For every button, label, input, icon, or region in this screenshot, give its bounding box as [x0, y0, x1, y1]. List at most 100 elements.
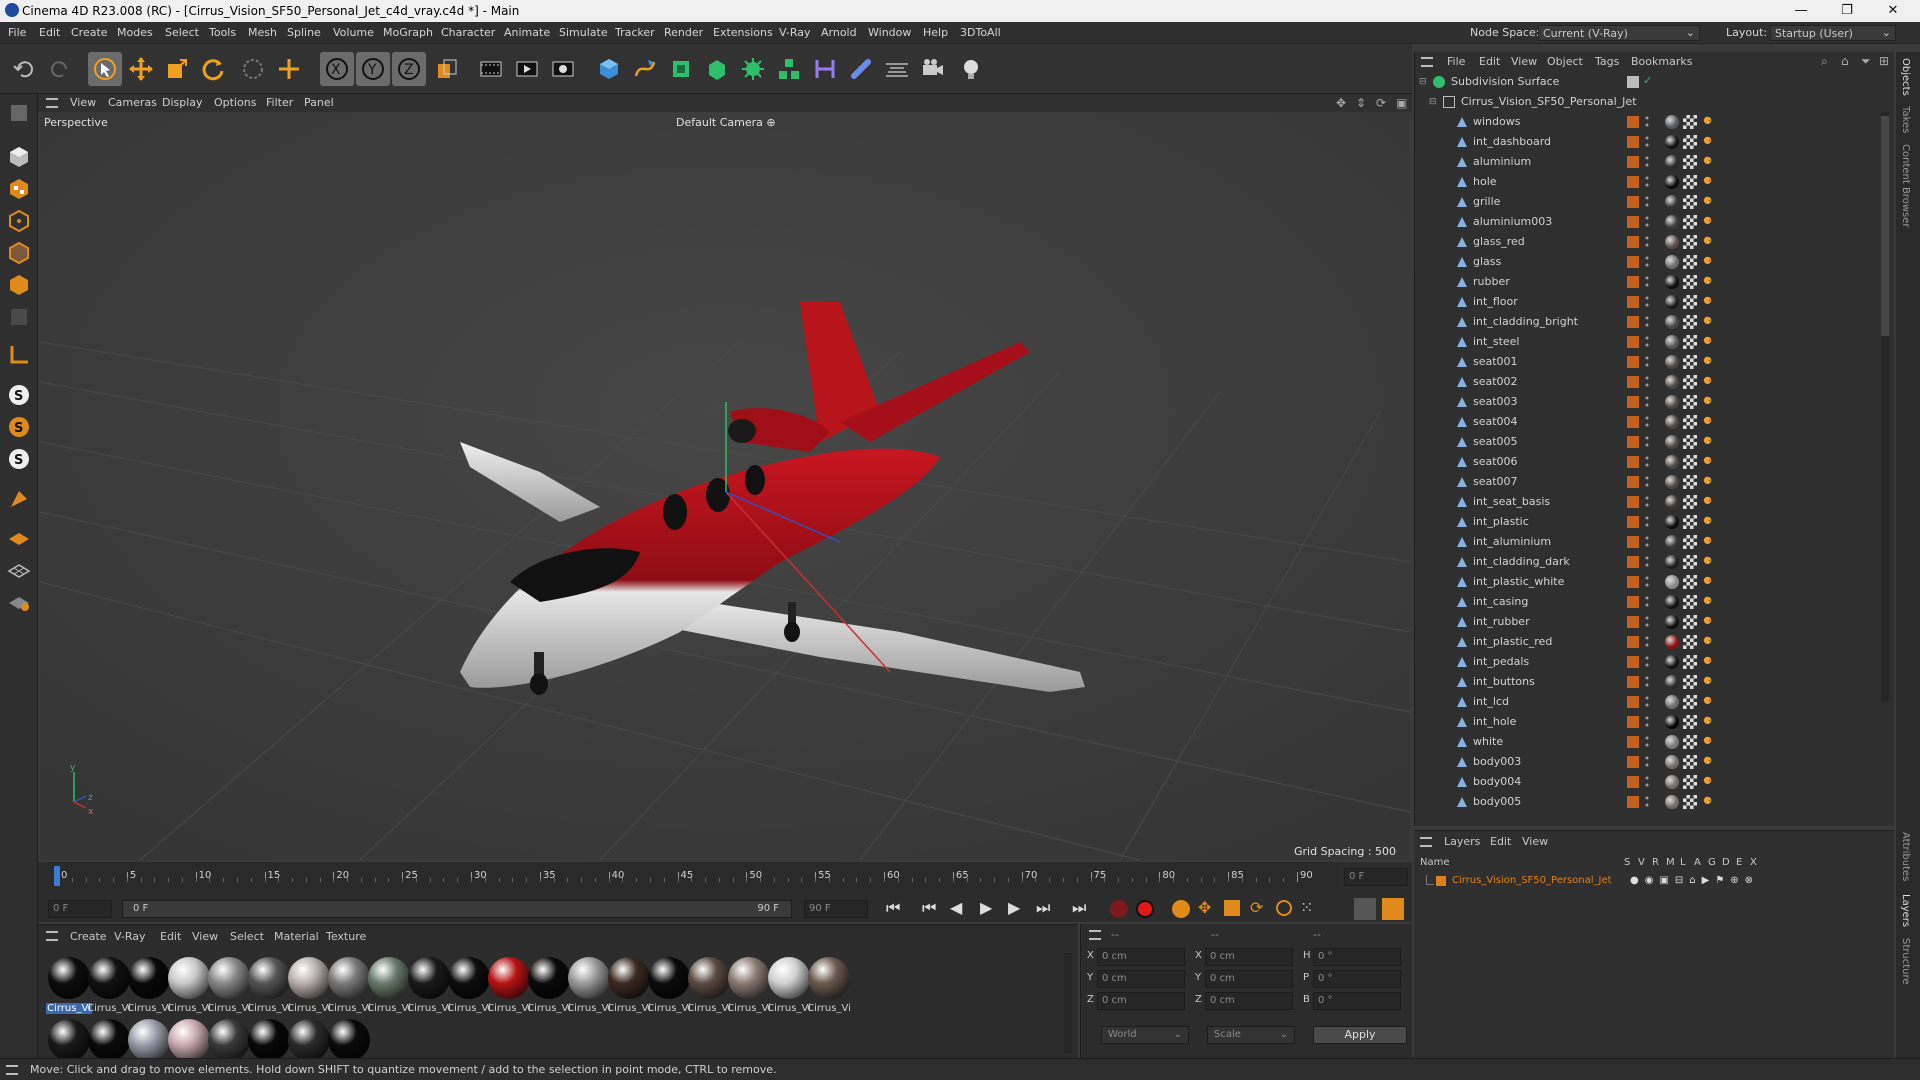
material-swatch[interactable]: [88, 957, 130, 999]
filter-icon[interactable]: ⏷: [1861, 54, 1871, 69]
phong-tag-icon[interactable]: ⚈: [1703, 516, 1713, 528]
layers-menu-edit[interactable]: Edit: [1490, 835, 1511, 848]
coord-value-field[interactable]: 0 cm: [1097, 948, 1185, 966]
menu-mesh[interactable]: Mesh: [248, 22, 277, 44]
uvw-tag-icon[interactable]: [1683, 635, 1697, 649]
uvw-tag-icon[interactable]: [1683, 795, 1697, 809]
phong-tag-icon[interactable]: ⚈: [1703, 156, 1713, 168]
material-tag-icon[interactable]: [1665, 355, 1679, 369]
uvw-tag-icon[interactable]: [1683, 675, 1697, 689]
visibility-dots-icon[interactable]: [1645, 395, 1649, 409]
visibility-dots-icon[interactable]: [1645, 775, 1649, 789]
uvw-tag-icon[interactable]: [1683, 495, 1697, 509]
visibility-dots-icon[interactable]: [1645, 235, 1649, 249]
layer-color-icon[interactable]: [1627, 536, 1639, 548]
menu-extensions[interactable]: Extensions: [713, 22, 773, 44]
material-swatch[interactable]: [728, 957, 770, 999]
material-tag-icon[interactable]: [1665, 295, 1679, 309]
y-axis-lock-button[interactable]: Y: [356, 52, 390, 86]
phong-tag-icon[interactable]: ⚈: [1703, 736, 1713, 748]
cloner-icon[interactable]: [736, 52, 770, 86]
new-window-icon[interactable]: ⊞: [1879, 54, 1889, 68]
uvw-tag-icon[interactable]: [1683, 595, 1697, 609]
material-swatch[interactable]: [208, 1019, 250, 1061]
material-swatch[interactable]: [328, 957, 370, 999]
material-swatch[interactable]: [608, 957, 650, 999]
menu-vray[interactable]: V-Ray: [779, 22, 811, 44]
point-mode-icon[interactable]: [4, 206, 34, 236]
viewport-menu-panel[interactable]: Panel: [304, 96, 334, 109]
material-swatch[interactable]: [128, 1019, 170, 1061]
object-row[interactable]: grille ⚈: [1415, 192, 1895, 212]
object-row[interactable]: aluminium ⚈: [1415, 152, 1895, 172]
visibility-dots-icon[interactable]: [1645, 355, 1649, 369]
close-button[interactable]: ✕: [1870, 1, 1916, 21]
viewport-menu-filter[interactable]: Filter: [266, 96, 293, 109]
material-swatch[interactable]: [568, 957, 610, 999]
uvw-tag-icon[interactable]: [1683, 555, 1697, 569]
material-swatch[interactable]: [168, 957, 210, 999]
uvw-tag-icon[interactable]: [1683, 255, 1697, 269]
phong-tag-icon[interactable]: ⚈: [1703, 556, 1713, 568]
object-row[interactable]: aluminium003 ⚈: [1415, 212, 1895, 232]
object-row[interactable]: seat007 ⚈: [1415, 472, 1895, 492]
material-swatch[interactable]: [88, 1019, 130, 1061]
tab-content-browser[interactable]: Content Browser: [1900, 144, 1911, 227]
tab-layers[interactable]: Layers: [1900, 894, 1911, 927]
render-picture-viewer-button[interactable]: [510, 52, 544, 86]
object-row[interactable]: seat004 ⚈: [1415, 412, 1895, 432]
uvw-tag-icon[interactable]: [1683, 195, 1697, 209]
phong-tag-icon[interactable]: ⚈: [1703, 716, 1713, 728]
viewport-menu-display[interactable]: Display: [162, 96, 203, 109]
material-tag-icon[interactable]: [1665, 555, 1679, 569]
layer-color-icon[interactable]: [1627, 496, 1639, 508]
menu-modes[interactable]: Modes: [117, 22, 153, 44]
object-row[interactable]: rubber ⚈: [1415, 272, 1895, 292]
material-tag-icon[interactable]: [1665, 175, 1679, 189]
floor-environment-icon[interactable]: [880, 52, 914, 86]
collapse-icon[interactable]: ⊟: [1429, 97, 1437, 107]
menu-arnold[interactable]: Arnold: [821, 22, 857, 44]
move-view-icon[interactable]: ✥: [1336, 96, 1346, 110]
material-tag-icon[interactable]: [1665, 255, 1679, 269]
phong-tag-icon[interactable]: ⚈: [1703, 756, 1713, 768]
uvw-tag-icon[interactable]: [1683, 355, 1697, 369]
visibility-dots-icon[interactable]: [1645, 255, 1649, 269]
object-menu-edit[interactable]: Edit: [1479, 55, 1500, 68]
object-row[interactable]: int_cladding_bright ⚈: [1415, 312, 1895, 332]
material-swatch[interactable]: [488, 957, 530, 999]
coord-value-field[interactable]: 0 cm: [1205, 970, 1293, 988]
object-menu-tags[interactable]: Tags: [1595, 55, 1619, 68]
uvw-tag-icon[interactable]: [1683, 755, 1697, 769]
z-axis-lock-button[interactable]: Z: [392, 52, 426, 86]
material-tag-icon[interactable]: [1665, 195, 1679, 209]
material-tag-icon[interactable]: [1665, 575, 1679, 589]
material-tag-icon[interactable]: [1665, 215, 1679, 229]
layer-color-icon[interactable]: [1627, 796, 1639, 808]
layer-color-icon[interactable]: [1627, 736, 1639, 748]
visibility-icon[interactable]: [1627, 76, 1639, 88]
menu-mograph[interactable]: MoGraph: [383, 22, 433, 44]
material-swatch[interactable]: [368, 957, 410, 999]
material-swatch[interactable]: [408, 957, 450, 999]
parameter-key-icon[interactable]: [1276, 900, 1292, 916]
material-menu-view[interactable]: View: [192, 930, 218, 943]
menu-file[interactable]: File: [8, 22, 26, 44]
uvw-tag-icon[interactable]: [1683, 455, 1697, 469]
material-tag-icon[interactable]: [1665, 795, 1679, 809]
phong-tag-icon[interactable]: ⚈: [1703, 416, 1713, 428]
make-editable-icon[interactable]: [4, 98, 34, 128]
spline-pen-icon[interactable]: [628, 52, 662, 86]
material-scrollbar[interactable]: [1064, 953, 1072, 1053]
uvw-tag-icon[interactable]: [1683, 175, 1697, 189]
object-row[interactable]: int_plastic ⚈: [1415, 512, 1895, 532]
visibility-dots-icon[interactable]: [1645, 215, 1649, 229]
phong-tag-icon[interactable]: ⚈: [1703, 456, 1713, 468]
layer-color-icon[interactable]: [1627, 696, 1639, 708]
keyframe-selection-icon[interactable]: [1172, 900, 1190, 918]
material-menu-create[interactable]: Create: [70, 930, 107, 943]
material-tag-icon[interactable]: [1665, 715, 1679, 729]
cube-icon[interactable]: [592, 52, 626, 86]
tab-objects[interactable]: Objects: [1900, 58, 1911, 96]
material-tag-icon[interactable]: [1665, 695, 1679, 709]
